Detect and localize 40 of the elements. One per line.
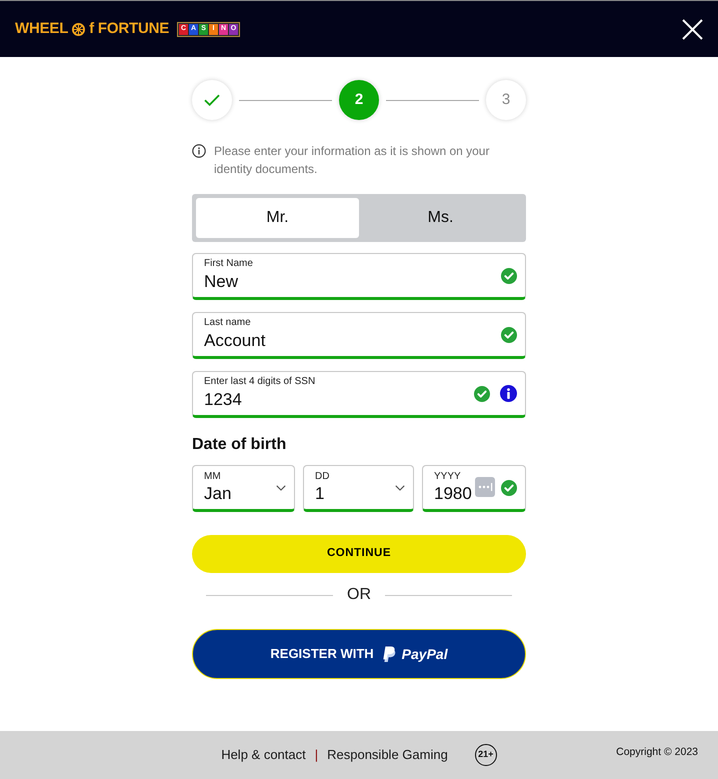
check-circle-icon [501,326,517,342]
check-circle-icon [474,386,490,402]
check-circle-icon [501,268,517,284]
copyright-text: Copyright © 2023 [616,745,698,760]
notice-text: Please enter your information as it is shown on your identity documents. [214,143,490,178]
logo-text: f FORTUNE [89,21,170,37]
field-label: MM [204,471,222,483]
input-field[interactable]: Enter last 4 digits of SSN 1234 [192,371,526,418]
toggle-option[interactable]: Ms. [359,198,522,238]
check-icon [204,94,220,106]
age-badge: 21+ [474,744,497,766]
close-icon [682,18,702,40]
input-field[interactable]: Last name Account [192,312,526,359]
divider-text: OR [347,585,371,605]
check-circle-icon [501,480,517,496]
brand-wordmark: PayPal [402,644,448,664]
chevron-down-icon [276,484,286,490]
continue-button[interactable]: CONTINUE [192,535,526,573]
paypal-button[interactable]: REGISTER WITH PayPal [192,629,526,679]
wheel-icon [72,22,86,36]
footer-link[interactable]: Help & contact [221,745,306,765]
separator-text: | [314,746,318,764]
info-icon[interactable] [500,385,517,402]
dropdown-select[interactable]: MM Jan [192,465,295,512]
letter-p-icon [382,646,397,662]
field-label: DD [315,471,330,483]
field-label: Enter last 4 digits of SSN [204,376,316,388]
logo-text: WHEEL [15,21,68,37]
field-label: First Name [204,258,254,270]
section-heading: Date of birth [192,435,288,455]
input-field[interactable]: YYYY 1980 [422,465,526,512]
more-dots-icon[interactable] [475,477,495,497]
field-label: Last name [204,317,252,329]
info-outline-icon [192,144,206,158]
toggle-option[interactable]: Mr. [196,198,359,238]
input-field[interactable]: First Name New [192,253,526,300]
chevron-down-icon [395,484,405,490]
field-label: YYYY [434,471,462,483]
dropdown-select[interactable]: DD 1 [303,465,414,512]
footer-link[interactable]: Responsible Gaming [327,745,448,765]
